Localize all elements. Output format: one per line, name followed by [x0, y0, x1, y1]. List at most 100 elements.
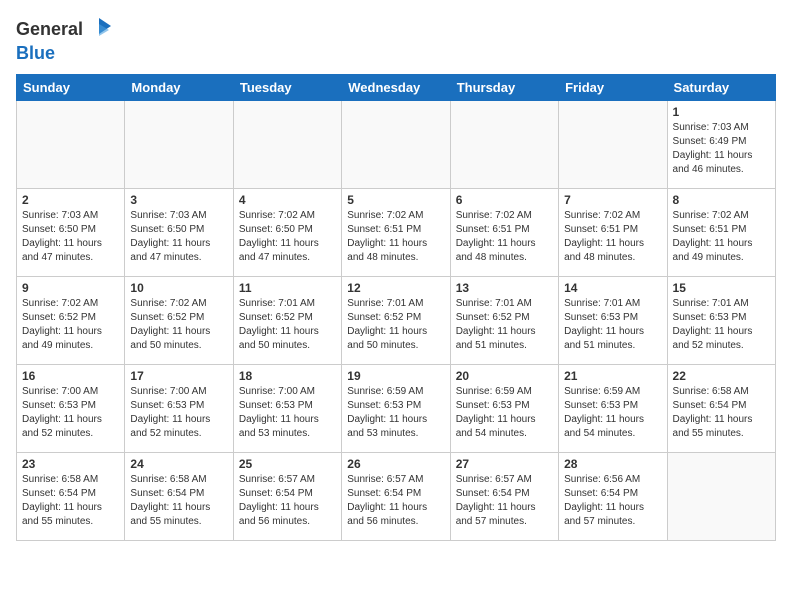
day-number: 13	[456, 281, 553, 295]
day-info: Sunrise: 7:01 AM Sunset: 6:52 PM Dayligh…	[347, 297, 444, 353]
calendar-cell: 24 Sunrise: 6:58 AM Sunset: 6:54 PM Dayli…	[125, 453, 233, 541]
calendar-cell: 15Sunrise: 7:01 AM Sunset: 6:53 PM Dayli…	[667, 277, 775, 365]
calendar-cell: 13 Sunrise: 7:01 AM Sunset: 6:52 PM Dayli…	[450, 277, 558, 365]
day-number: 24	[130, 457, 227, 471]
calendar-cell: 26Sunrise: 6:57 AM Sunset: 6:54 PM Dayli…	[342, 453, 450, 541]
day-number: 25	[239, 457, 336, 471]
weekday-header-saturday: Saturday	[667, 75, 775, 101]
page-header: General Blue	[16, 16, 776, 64]
logo-blue: Blue	[16, 43, 55, 63]
weekday-header-row: SundayMondayTuesdayWednesdayThursdayFrid…	[17, 75, 776, 101]
day-info: Sunrise: 6:56 AM Sunset: 6:54 PM Dayligh…	[564, 473, 661, 529]
day-info: Sunrise: 7:01 AM Sunset: 6:52 PM Dayligh…	[239, 297, 336, 353]
logo: General Blue	[16, 16, 113, 64]
day-info: Sunrise: 7:03 AM Sunset: 6:49 PM Dayligh…	[673, 121, 770, 177]
calendar-cell	[233, 101, 341, 189]
calendar-cell: 17 Sunrise: 7:00 AM Sunset: 6:53 PM Dayli…	[125, 365, 233, 453]
day-number: 28	[564, 457, 661, 471]
day-info: Sunrise: 7:00 AM Sunset: 6:53 PM Dayligh…	[22, 385, 119, 441]
calendar-cell	[17, 101, 125, 189]
day-info: Sunrise: 7:02 AM Sunset: 6:52 PM Dayligh…	[22, 297, 119, 353]
calendar-week-row: 1 Sunrise: 7:03 AM Sunset: 6:49 PM Daylig…	[17, 101, 776, 189]
day-number: 1	[673, 105, 770, 119]
logo-general: General	[16, 19, 83, 39]
day-number: 18	[239, 369, 336, 383]
day-info: Sunrise: 6:59 AM Sunset: 6:53 PM Dayligh…	[347, 385, 444, 441]
day-number: 22	[673, 369, 770, 383]
day-number: 8	[673, 193, 770, 207]
calendar-cell: 22 Sunrise: 6:58 AM Sunset: 6:54 PM Dayli…	[667, 365, 775, 453]
logo-flag-icon	[85, 16, 113, 44]
calendar-week-row: 2 Sunrise: 7:03 AM Sunset: 6:50 PM Daylig…	[17, 189, 776, 277]
day-info: Sunrise: 6:58 AM Sunset: 6:54 PM Dayligh…	[22, 473, 119, 529]
day-number: 15	[673, 281, 770, 295]
calendar-cell: 23 Sunrise: 6:58 AM Sunset: 6:54 PM Dayli…	[17, 453, 125, 541]
day-info: Sunrise: 6:58 AM Sunset: 6:54 PM Dayligh…	[130, 473, 227, 529]
calendar-cell: 20 Sunrise: 6:59 AM Sunset: 6:53 PM Dayli…	[450, 365, 558, 453]
calendar-cell: 4 Sunrise: 7:02 AM Sunset: 6:50 PM Daylig…	[233, 189, 341, 277]
day-info: Sunrise: 7:02 AM Sunset: 6:52 PM Dayligh…	[130, 297, 227, 353]
calendar-cell: 19 Sunrise: 6:59 AM Sunset: 6:53 PM Dayli…	[342, 365, 450, 453]
day-info: Sunrise: 7:03 AM Sunset: 6:50 PM Dayligh…	[22, 209, 119, 265]
day-number: 5	[347, 193, 444, 207]
calendar-cell: 10 Sunrise: 7:02 AM Sunset: 6:52 PM Dayli…	[125, 277, 233, 365]
calendar-cell: 3 Sunrise: 7:03 AM Sunset: 6:50 PM Daylig…	[125, 189, 233, 277]
day-info: Sunrise: 7:02 AM Sunset: 6:51 PM Dayligh…	[564, 209, 661, 265]
day-number: 14	[564, 281, 661, 295]
calendar-cell	[125, 101, 233, 189]
calendar-week-row: 23 Sunrise: 6:58 AM Sunset: 6:54 PM Dayli…	[17, 453, 776, 541]
calendar-cell	[559, 101, 667, 189]
calendar-cell: 7 Sunrise: 7:02 AM Sunset: 6:51 PM Daylig…	[559, 189, 667, 277]
day-number: 19	[347, 369, 444, 383]
weekday-header-sunday: Sunday	[17, 75, 125, 101]
calendar-cell: 18 Sunrise: 7:00 AM Sunset: 6:53 PM Dayli…	[233, 365, 341, 453]
day-number: 4	[239, 193, 336, 207]
calendar-cell: 25Sunrise: 6:57 AM Sunset: 6:54 PM Dayli…	[233, 453, 341, 541]
day-number: 21	[564, 369, 661, 383]
calendar-cell: 16 Sunrise: 7:00 AM Sunset: 6:53 PM Dayli…	[17, 365, 125, 453]
weekday-header-thursday: Thursday	[450, 75, 558, 101]
day-number: 10	[130, 281, 227, 295]
day-info: Sunrise: 7:03 AM Sunset: 6:50 PM Dayligh…	[130, 209, 227, 265]
day-number: 16	[22, 369, 119, 383]
day-number: 27	[456, 457, 553, 471]
day-info: Sunrise: 6:59 AM Sunset: 6:53 PM Dayligh…	[564, 385, 661, 441]
day-info: Sunrise: 6:59 AM Sunset: 6:53 PM Dayligh…	[456, 385, 553, 441]
day-number: 9	[22, 281, 119, 295]
day-number: 3	[130, 193, 227, 207]
day-info: Sunrise: 7:00 AM Sunset: 6:53 PM Dayligh…	[239, 385, 336, 441]
calendar-cell: 2 Sunrise: 7:03 AM Sunset: 6:50 PM Daylig…	[17, 189, 125, 277]
day-number: 11	[239, 281, 336, 295]
calendar-cell: 8 Sunrise: 7:02 AM Sunset: 6:51 PM Daylig…	[667, 189, 775, 277]
weekday-header-tuesday: Tuesday	[233, 75, 341, 101]
day-number: 23	[22, 457, 119, 471]
day-number: 7	[564, 193, 661, 207]
day-info: Sunrise: 7:02 AM Sunset: 6:50 PM Dayligh…	[239, 209, 336, 265]
calendar-cell: 12 Sunrise: 7:01 AM Sunset: 6:52 PM Dayli…	[342, 277, 450, 365]
calendar-cell: 9 Sunrise: 7:02 AM Sunset: 6:52 PM Daylig…	[17, 277, 125, 365]
calendar-cell: 28 Sunrise: 6:56 AM Sunset: 6:54 PM Dayli…	[559, 453, 667, 541]
day-info: Sunrise: 6:58 AM Sunset: 6:54 PM Dayligh…	[673, 385, 770, 441]
day-info: Sunrise: 6:57 AM Sunset: 6:54 PM Dayligh…	[347, 473, 444, 529]
day-number: 6	[456, 193, 553, 207]
weekday-header-wednesday: Wednesday	[342, 75, 450, 101]
calendar-week-row: 16 Sunrise: 7:00 AM Sunset: 6:53 PM Dayli…	[17, 365, 776, 453]
calendar-cell: 6 Sunrise: 7:02 AM Sunset: 6:51 PM Daylig…	[450, 189, 558, 277]
calendar-cell: 14Sunrise: 7:01 AM Sunset: 6:53 PM Dayli…	[559, 277, 667, 365]
calendar-cell: 11 Sunrise: 7:01 AM Sunset: 6:52 PM Dayli…	[233, 277, 341, 365]
day-info: Sunrise: 7:00 AM Sunset: 6:53 PM Dayligh…	[130, 385, 227, 441]
day-info: Sunrise: 6:57 AM Sunset: 6:54 PM Dayligh…	[456, 473, 553, 529]
day-info: Sunrise: 7:01 AM Sunset: 6:52 PM Dayligh…	[456, 297, 553, 353]
calendar-cell: 5Sunrise: 7:02 AM Sunset: 6:51 PM Daylig…	[342, 189, 450, 277]
day-info: Sunrise: 7:02 AM Sunset: 6:51 PM Dayligh…	[673, 209, 770, 265]
day-number: 2	[22, 193, 119, 207]
calendar-cell: 1 Sunrise: 7:03 AM Sunset: 6:49 PM Daylig…	[667, 101, 775, 189]
day-info: Sunrise: 7:02 AM Sunset: 6:51 PM Dayligh…	[456, 209, 553, 265]
day-number: 17	[130, 369, 227, 383]
calendar-cell	[342, 101, 450, 189]
calendar-week-row: 9 Sunrise: 7:02 AM Sunset: 6:52 PM Daylig…	[17, 277, 776, 365]
calendar-cell: 27 Sunrise: 6:57 AM Sunset: 6:54 PM Dayli…	[450, 453, 558, 541]
day-number: 12	[347, 281, 444, 295]
day-number: 20	[456, 369, 553, 383]
calendar-cell	[450, 101, 558, 189]
